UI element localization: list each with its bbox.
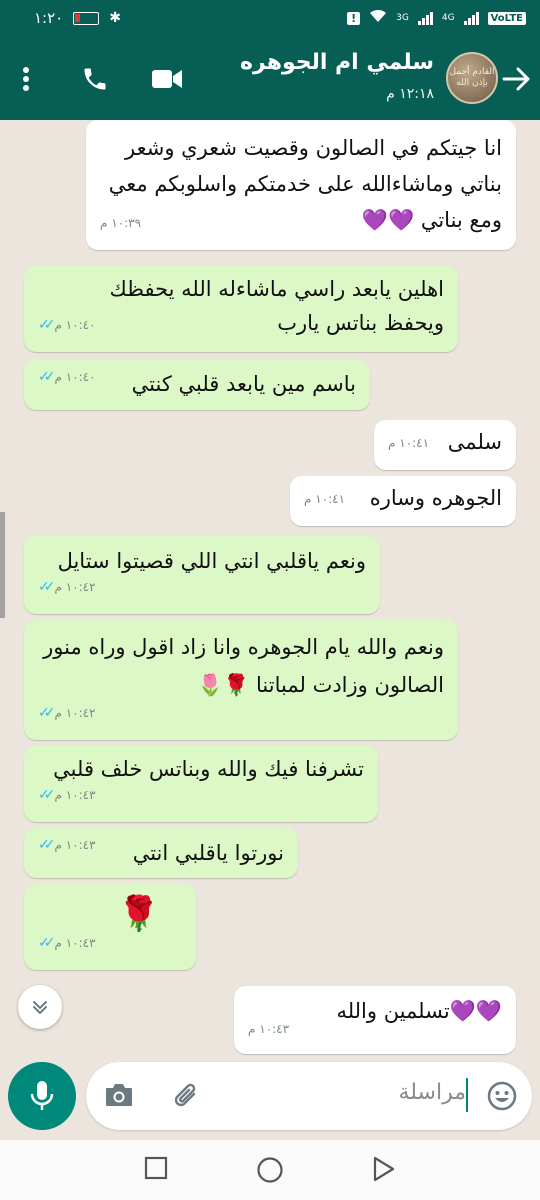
message-text: ونعم والله يام الجوهره وانا زاد اقول ورا…: [43, 635, 444, 697]
nav-recent-icon[interactable]: [144, 1156, 168, 1184]
signal-icon-2: [463, 11, 479, 25]
message-bubble[interactable]: ونعم والله يام الجوهره وانا زاد اقول ورا…: [24, 620, 458, 740]
message-text: انا جيتكم في الصالون وقصيت شعري وشعر بنا…: [108, 136, 502, 232]
message-bubble[interactable]: الجوهره وساره ١٠:٤١ م: [290, 476, 516, 526]
more-menu-icon[interactable]: [16, 62, 36, 96]
message-bubble[interactable]: 🌹 ✓✓ ١٠:٤٣ م: [24, 884, 196, 970]
read-ticks-icon: ✓✓: [38, 705, 56, 721]
text-caret: [466, 1078, 468, 1112]
avatar[interactable]: القادم أجمل بإذن الله: [446, 52, 498, 104]
chat-area[interactable]: انا جيتكم في الصالون وقصيت شعري وشعر بنا…: [0, 120, 540, 1060]
message-composer: مراسلة: [0, 1060, 540, 1136]
volte-badge: VoLTE: [487, 11, 526, 25]
message-bubble[interactable]: باسم مين يابعد قلبي كنتي ✓✓ ١٠:٤٠ م: [24, 360, 370, 410]
wifi-icon: [369, 9, 387, 27]
chat-header: القادم أجمل بإذن الله سلمي ام الجوهره ١٢…: [0, 36, 540, 120]
camera-icon[interactable]: [104, 1082, 134, 1112]
read-ticks-icon: ✓✓: [38, 935, 56, 951]
nav-home-icon[interactable]: [256, 1156, 284, 1188]
bluetooth-icon: ✱: [109, 10, 121, 26]
network-4g: 4G: [441, 13, 455, 23]
status-bar: ١:٢٠ ✱ ! 3G 4G VoLTE: [0, 0, 540, 36]
message-time: ١٠:٤٣ م: [54, 936, 96, 950]
status-time: ١:٢٠: [34, 9, 64, 27]
read-ticks-icon: ✓✓: [38, 837, 56, 853]
message-bubble[interactable]: ونعم ياقلبي انتي اللي قصيتوا ستايل ✓✓ ١٠:…: [24, 536, 380, 614]
back-arrow-icon[interactable]: [500, 62, 534, 96]
system-nav-bar: [0, 1140, 540, 1200]
mic-icon[interactable]: [8, 1062, 76, 1130]
alert-icon: !: [347, 11, 361, 25]
message-bubble[interactable]: 💜💜تسلمين والله ١٠:٤٣ م: [234, 986, 516, 1054]
message-input[interactable]: مراسلة: [86, 1062, 532, 1130]
attach-icon[interactable]: [172, 1080, 202, 1116]
message-time: ١٠:٤١ م: [304, 492, 346, 506]
message-time: ١٠:٤٠ م: [54, 318, 96, 332]
voice-call-icon[interactable]: [78, 62, 112, 96]
battery-icon: [73, 11, 100, 25]
nav-back-icon[interactable]: [370, 1156, 396, 1186]
message-time: ١٠:٣٩ م: [100, 216, 142, 230]
message-bubble[interactable]: انا جيتكم في الصالون وقصيت شعري وشعر بنا…: [86, 120, 516, 250]
contact-name[interactable]: سلمي ام الجوهره: [240, 50, 434, 75]
video-call-icon[interactable]: [150, 62, 184, 96]
message-bubble[interactable]: تشرفنا فيك والله وبناتس خلف قلبي ✓✓ ١٠:٤٣…: [24, 746, 378, 822]
read-ticks-icon: ✓✓: [38, 317, 56, 333]
read-ticks-icon: ✓✓: [38, 369, 56, 385]
message-text: اهلين يابعد راسي ماشاءله الله يحفظك ويحف…: [109, 277, 444, 335]
message-time: ١٠:٤٢ م: [54, 580, 96, 594]
read-ticks-icon: ✓✓: [38, 579, 56, 595]
message-bubble[interactable]: نورتوا ياقلبي انتي ✓✓ ١٠:٤٣ م: [24, 828, 298, 878]
message-bubble[interactable]: اهلين يابعد راسي ماشاءله الله يحفظك ويحف…: [24, 266, 458, 352]
emoji-icon[interactable]: [486, 1080, 518, 1116]
message-time: ١٠:٤١ م: [388, 436, 430, 450]
last-seen: ١٢:١٨ م: [386, 86, 434, 102]
avatar-text: القادم أجمل بإذن الله: [449, 67, 495, 88]
message-time: ١٠:٤٣ م: [54, 838, 96, 852]
edge-panel-handle[interactable]: [0, 512, 5, 618]
read-ticks-icon: ✓✓: [38, 787, 56, 803]
scroll-down-icon[interactable]: [18, 985, 62, 1029]
message-time: ١٠:٤٠ م: [54, 370, 96, 384]
message-placeholder: مراسلة: [398, 1080, 466, 1105]
signal-icon: [417, 11, 433, 25]
message-time: ١٠:٤٣ م: [54, 788, 96, 802]
message-bubble[interactable]: سلمى ١٠:٤١ م: [374, 420, 516, 470]
message-time: ١٠:٤٣ م: [248, 1022, 290, 1036]
message-time: ١٠:٤٢ م: [54, 706, 96, 720]
network-3g: 3G: [396, 13, 409, 23]
